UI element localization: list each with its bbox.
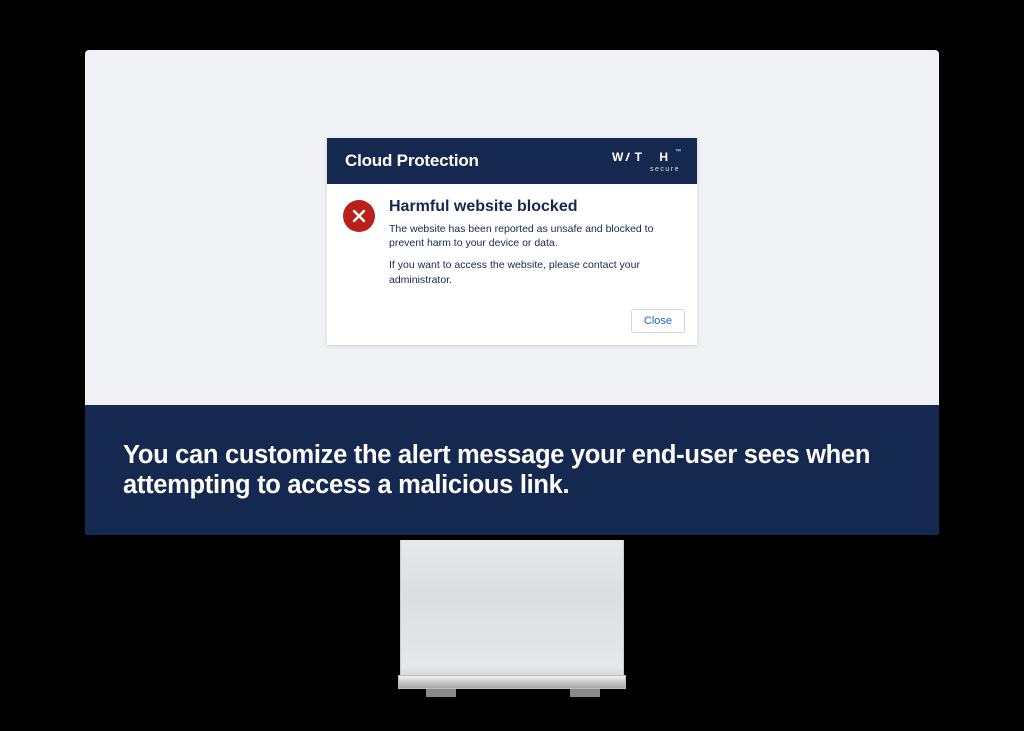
monitor-foot <box>570 689 600 697</box>
monitor-base <box>398 675 626 689</box>
caption-banner: You can customize the alert message your… <box>85 405 939 535</box>
alert-dialog: Cloud Protection WIT H™ secure Harmful w… <box>327 138 697 345</box>
monitor-foot <box>426 689 456 697</box>
alert-paragraph-1: The website has been reported as unsafe … <box>389 222 679 250</box>
danger-x-icon <box>343 200 375 232</box>
brand-sub: secure <box>650 166 680 173</box>
dialog-actions: Close <box>327 305 697 345</box>
monitor-mockup: Cloud Protection WIT H™ secure Harmful w… <box>0 0 1024 731</box>
close-button[interactable]: Close <box>631 309 685 333</box>
alert-paragraph-2: If you want to access the website, pleas… <box>389 258 679 286</box>
dialog-header: Cloud Protection WIT H™ secure <box>327 138 697 184</box>
monitor-stand <box>400 540 624 675</box>
caption-text: You can customize the alert message your… <box>123 440 901 500</box>
monitor-screen: Cloud Protection WIT H™ secure Harmful w… <box>85 50 939 535</box>
dialog-title: Cloud Protection <box>345 151 479 171</box>
dialog-content: Harmful website blocked The website has … <box>389 198 679 295</box>
dialog-body: Harmful website blocked The website has … <box>327 184 697 305</box>
alert-heading: Harmful website blocked <box>389 198 679 216</box>
brand-logo: WIT H™ secure <box>612 149 681 173</box>
brand-main: WIT H™ <box>612 149 681 165</box>
